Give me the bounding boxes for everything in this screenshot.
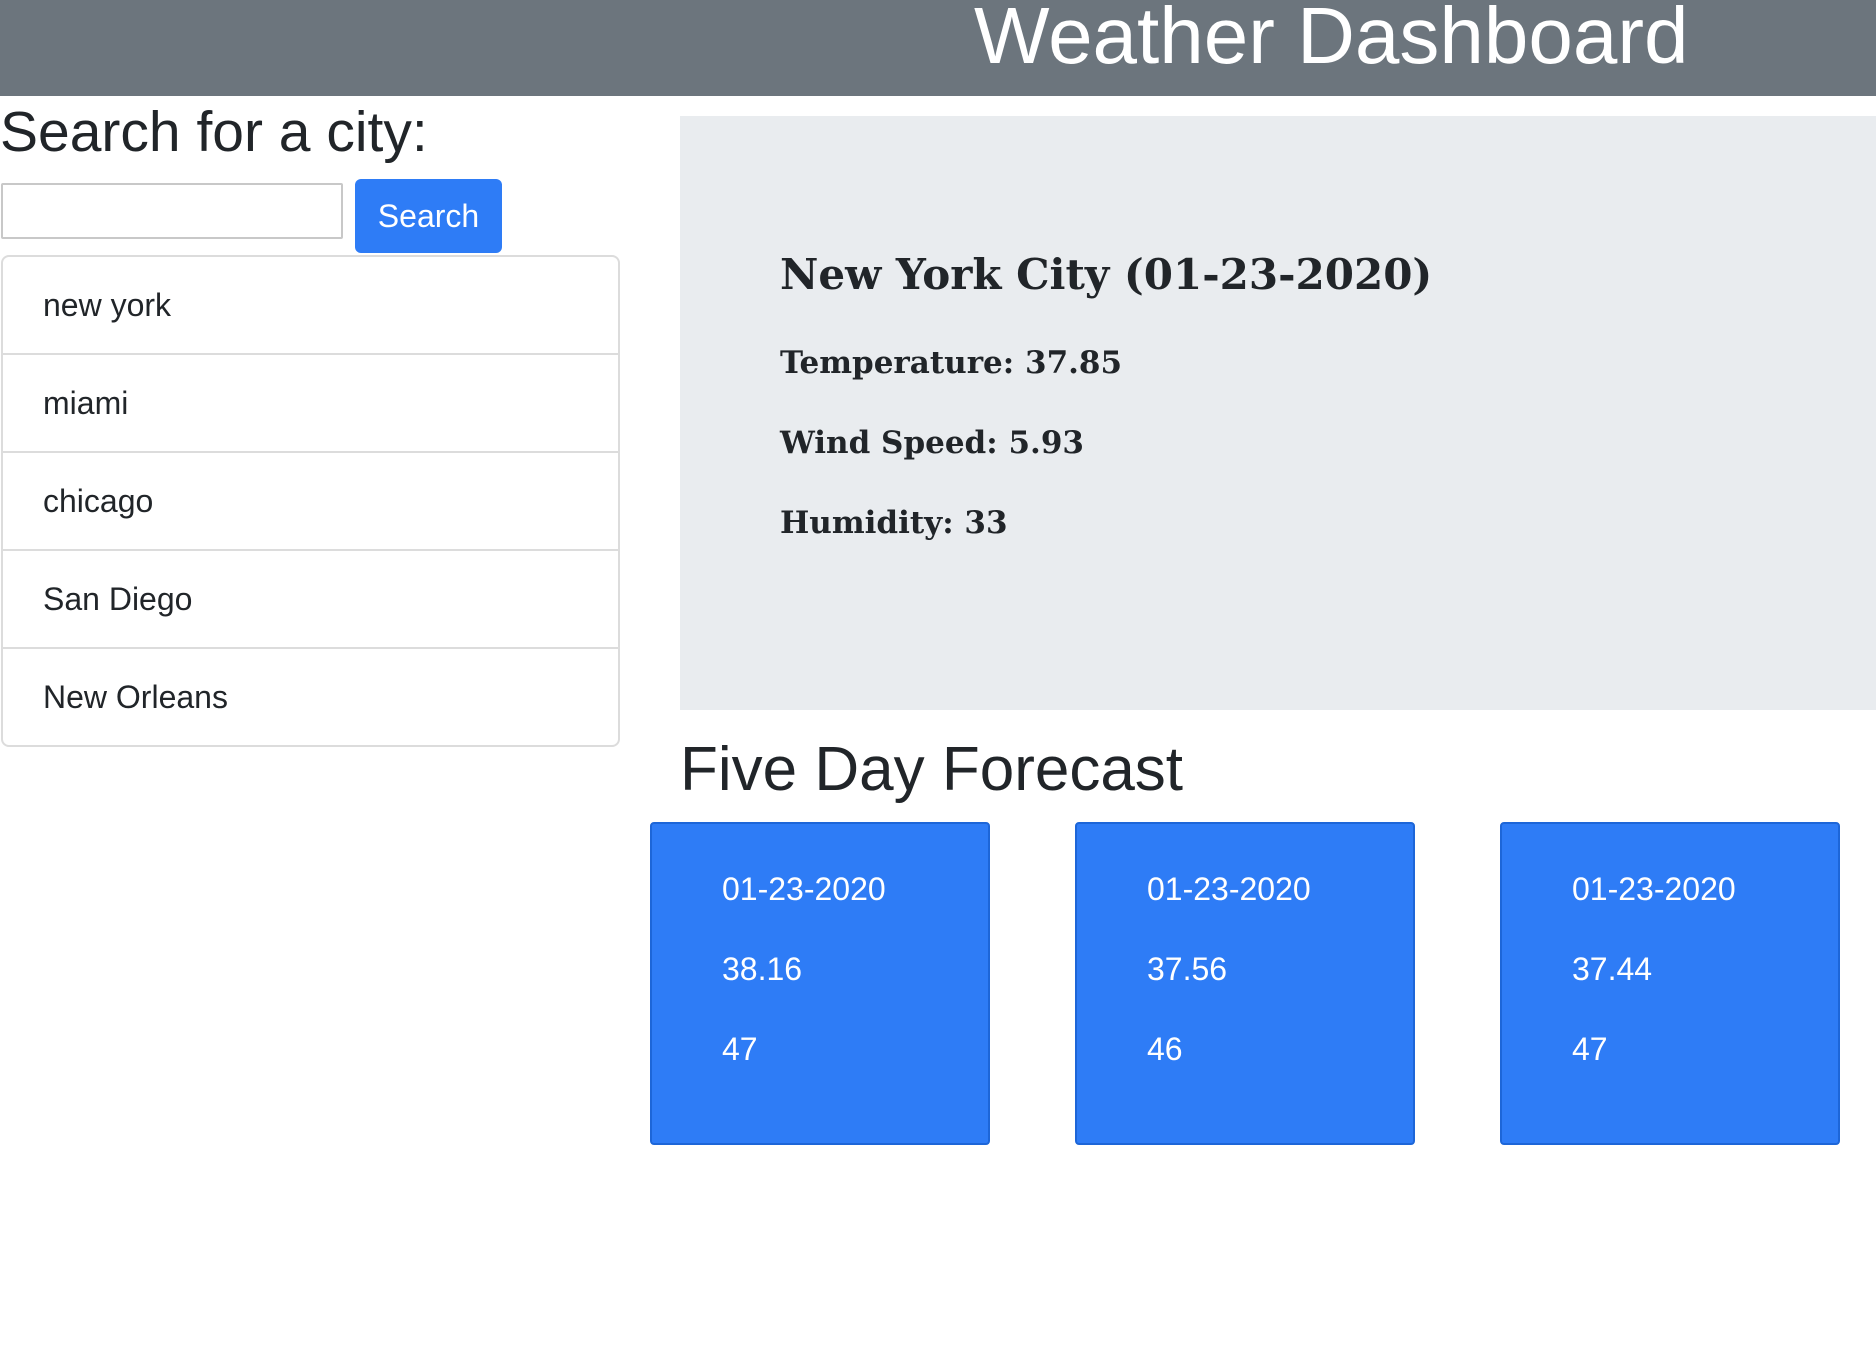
city-history-item[interactable]: San Diego [3, 551, 618, 649]
current-temperature: Temperature: 37.85 [780, 345, 1123, 381]
forecast-date: 01-23-2020 [1572, 871, 1736, 907]
forecast-date: 01-23-2020 [1147, 871, 1311, 907]
city-history-item[interactable]: chicago [3, 453, 618, 551]
current-humidity: Humidity: 33 [780, 505, 1008, 541]
forecast-card: 01-23-2020 37.56 46 [1075, 822, 1415, 1145]
forecast-heading: Five Day Forecast [680, 735, 1184, 804]
current-wind-speed: Wind Speed: 5.93 [780, 425, 1084, 461]
city-history-item[interactable]: New Orleans [3, 649, 618, 745]
city-history-item[interactable]: new york [3, 257, 618, 355]
search-heading: Search for a city: [0, 100, 428, 164]
forecast-temperature: 37.56 [1147, 951, 1228, 987]
forecast-card: 01-23-2020 37.44 47 [1500, 822, 1840, 1145]
search-history-list: new york miami chicago San Diego New Orl… [1, 255, 620, 747]
forecast-humidity: 46 [1147, 1031, 1183, 1067]
forecast-humidity: 47 [722, 1031, 758, 1067]
city-search-input[interactable] [1, 183, 343, 239]
forecast-date: 01-23-2020 [722, 871, 886, 907]
current-weather-panel: New York City (01-23-2020) Temperature: … [680, 116, 1876, 710]
forecast-temperature: 38.16 [722, 951, 803, 987]
forecast-card: 01-23-2020 38.16 47 [650, 822, 990, 1145]
forecast-temperature: 37.44 [1572, 951, 1653, 987]
current-city-title: New York City (01-23-2020) [780, 250, 1433, 299]
forecast-humidity: 47 [1572, 1031, 1608, 1067]
app-title: Weather Dashboard [974, 0, 1689, 80]
city-history-item[interactable]: miami [3, 355, 618, 453]
search-button[interactable]: Search [355, 179, 502, 253]
header-bar: Weather Dashboard [0, 0, 1876, 96]
